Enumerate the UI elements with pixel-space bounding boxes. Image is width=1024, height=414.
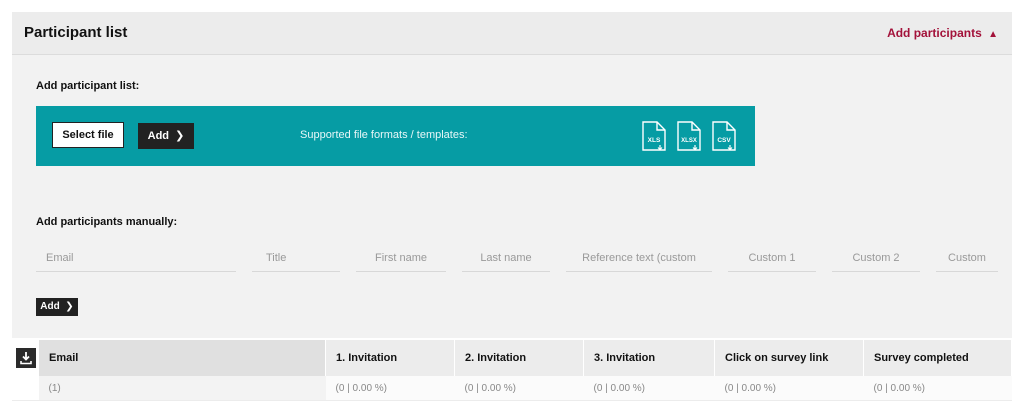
download-header-cell — [12, 340, 39, 376]
table-cell: (0 | 0.00 %) — [714, 376, 864, 401]
chevron-up-icon: ▲ — [988, 29, 998, 40]
column-header-invitation-1[interactable]: 1. Invitation — [325, 340, 455, 376]
panel-header: Participant list Add participants ▲ — [12, 12, 1012, 55]
page-title: Participant list — [24, 24, 128, 41]
table-cell: (0 | 0.00 %) — [454, 376, 584, 401]
custom-2-field[interactable] — [832, 250, 920, 272]
title-field[interactable] — [252, 250, 340, 272]
chevron-right-icon: ❯ — [62, 301, 74, 312]
empty-cell — [12, 376, 39, 401]
xls-template-icon[interactable]: XLS — [642, 121, 666, 151]
first-name-field[interactable] — [356, 250, 446, 272]
chevron-right-icon: ❯ — [172, 130, 185, 142]
table-cell: (0 | 0.00 %) — [583, 376, 715, 401]
participant-list-panel: Participant list Add participants ▲ Add … — [12, 12, 1012, 338]
participant-table: Email 1. Invitation 2. Invitation 3. Inv… — [12, 340, 1012, 401]
reference-text-field[interactable] — [566, 250, 712, 272]
table-header-row: Email 1. Invitation 2. Invitation 3. Inv… — [12, 340, 1012, 376]
supported-formats-text: Supported file formats / templates: — [300, 129, 468, 141]
table-cell: (0 | 0.00 %) — [863, 376, 1012, 401]
last-name-field[interactable] — [462, 250, 550, 272]
column-header-survey-completed[interactable]: Survey completed — [863, 340, 1012, 376]
table-cell: (0 | 0.00 %) — [325, 376, 455, 401]
xlsx-template-label: XLSX — [681, 138, 697, 144]
custom-1-field[interactable] — [728, 250, 816, 272]
email-field[interactable] — [36, 250, 236, 272]
download-button[interactable] — [16, 348, 36, 368]
column-header-invitation-3[interactable]: 3. Invitation — [583, 340, 715, 376]
add-participants-label: Add participants — [887, 26, 982, 40]
upload-add-label: Add — [147, 130, 170, 142]
xlsx-template-icon[interactable]: XLSX — [677, 121, 701, 151]
table-cell: (1) — [38, 376, 326, 401]
add-participants-toggle[interactable]: Add participants ▲ — [887, 26, 998, 40]
column-header-survey-link[interactable]: Click on survey link — [714, 340, 864, 376]
csv-template-label: CSV — [717, 137, 731, 144]
xls-template-label: XLS — [648, 137, 661, 144]
manual-add-label: Add — [40, 301, 60, 312]
csv-template-icon[interactable]: CSV — [712, 121, 736, 151]
download-icon — [20, 352, 32, 365]
select-file-button[interactable]: Select file — [52, 122, 124, 148]
column-header-invitation-2[interactable]: 2. Invitation — [454, 340, 584, 376]
column-header-email[interactable]: Email — [38, 340, 326, 376]
upload-bar: Select file Add ❯ Supported file formats… — [36, 106, 755, 166]
custom-3-field[interactable] — [936, 250, 998, 272]
add-participant-list-label: Add participant list: — [36, 80, 140, 92]
add-participants-manually-label: Add participants manually: — [36, 216, 178, 228]
upload-add-button[interactable]: Add ❯ — [138, 123, 194, 149]
manual-add-button[interactable]: Add ❯ — [36, 298, 78, 316]
table-row: (1) (0 | 0.00 %) (0 | 0.00 %) (0 | 0.00 … — [12, 376, 1012, 401]
manual-fields-row — [36, 250, 998, 272]
